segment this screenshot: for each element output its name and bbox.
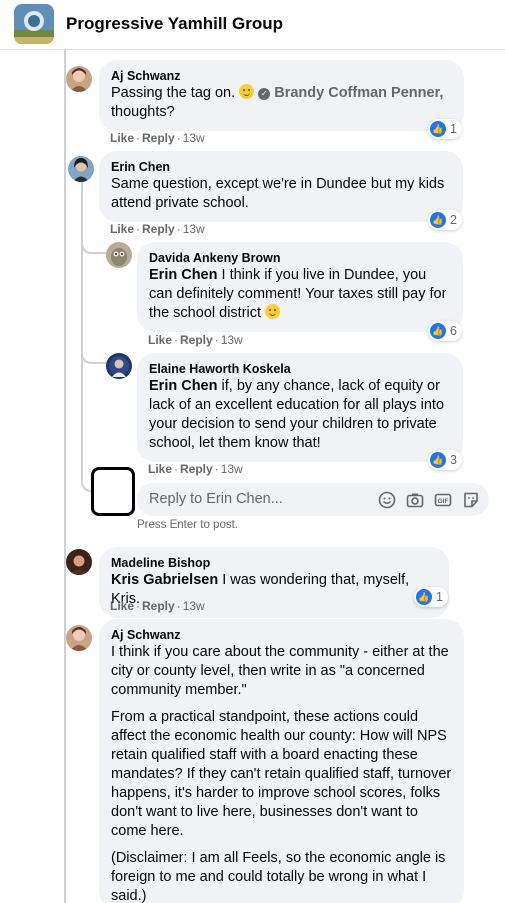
- comment-text-part: thoughts?: [111, 104, 175, 120]
- reaction-badge[interactable]: 👍 6: [428, 321, 462, 341]
- comment-bubble: Aj Schwanz I think if you care about the…: [99, 619, 464, 903]
- like-icon: 👍: [430, 212, 446, 228]
- avatar[interactable]: [66, 66, 92, 92]
- avatar[interactable]: [66, 549, 92, 575]
- comment-text: Passing the tag on. ✓ Brandy Coffman Pen…: [111, 84, 452, 122]
- comment-text-part: Passing the tag on.: [111, 85, 240, 101]
- comment-bubble: Davida Ankeny Brown Erin Chen I think if…: [137, 242, 463, 332]
- comment-bubble: Erin Chen Same question, except we're in…: [99, 151, 463, 222]
- comment-actions: Like · Reply · 13w: [148, 462, 243, 476]
- group-title[interactable]: Progressive Yamhill Group: [66, 14, 283, 34]
- thread-line-erin: [81, 182, 83, 482]
- reply-button[interactable]: Reply: [180, 462, 213, 476]
- timestamp[interactable]: 13w: [183, 222, 205, 236]
- avatar[interactable]: [106, 353, 132, 379]
- comment-bubble: Aj Schwanz Passing the tag on. ✓ Brandy …: [99, 60, 464, 131]
- like-button[interactable]: Like: [148, 333, 172, 347]
- svg-text:GIF: GIF: [438, 498, 449, 505]
- thread-line-main: [64, 50, 66, 903]
- like-button[interactable]: Like: [110, 599, 134, 613]
- thread-connector: [81, 350, 106, 364]
- wink-emoji-icon: [239, 84, 255, 99]
- comment-bubble: Elaine Haworth Koskela Erin Chen if, by …: [137, 353, 463, 462]
- reaction-badge[interactable]: 👍 2: [428, 210, 462, 230]
- thread-connector: [81, 240, 106, 254]
- camera-icon[interactable]: [405, 490, 425, 510]
- comment-text: Erin Chen I think if you live in Dundee,…: [149, 266, 451, 323]
- comment-paragraph: I think if you care about the community …: [111, 644, 449, 698]
- avatar[interactable]: [68, 156, 94, 182]
- reaction-count: 2: [450, 213, 457, 227]
- comment-actions: Like · Reply · 13w: [110, 222, 205, 236]
- reaction-badge[interactable]: 👍 1: [414, 587, 448, 607]
- reaction-badge[interactable]: 👍 3: [428, 450, 462, 470]
- thread-connector: [81, 478, 91, 492]
- current-user-avatar-placeholder: [91, 467, 135, 516]
- timestamp[interactable]: 13w: [221, 462, 243, 476]
- like-button[interactable]: Like: [148, 462, 172, 476]
- reaction-count: 6: [450, 324, 457, 338]
- timestamp[interactable]: 13w: [183, 131, 205, 145]
- like-button[interactable]: Like: [110, 222, 134, 236]
- reply-button[interactable]: Reply: [142, 599, 175, 613]
- comment-author[interactable]: Elaine Haworth Koskela: [149, 361, 451, 377]
- reaction-count: 3: [450, 453, 457, 467]
- like-icon: 👍: [430, 323, 446, 339]
- timestamp[interactable]: 13w: [221, 333, 243, 347]
- comment-paragraph: From a practical standpoint, these actio…: [111, 709, 452, 839]
- comment-text: Erin Chen if, by any chance, lack of equ…: [149, 377, 451, 453]
- reply-button[interactable]: Reply: [180, 333, 213, 347]
- reply-placeholder: Reply to Erin Chen...: [149, 491, 283, 507]
- reply-button[interactable]: Reply: [142, 222, 175, 236]
- smile-emoji-icon: [265, 304, 281, 319]
- reaction-count: 1: [436, 590, 443, 604]
- comment-author[interactable]: Davida Ankeny Brown: [149, 250, 451, 266]
- group-avatar[interactable]: [14, 4, 54, 44]
- sticker-icon[interactable]: [461, 490, 481, 510]
- reply-button[interactable]: Reply: [142, 131, 175, 145]
- comment-author[interactable]: Erin Chen: [111, 159, 451, 175]
- avatar[interactable]: [106, 242, 132, 268]
- comment-paragraph: (Disclaimer: I am all Feels, so the econ…: [111, 850, 446, 903]
- reaction-badge[interactable]: 👍 1: [428, 119, 462, 139]
- comment-actions: Like · Reply · 13w: [148, 333, 243, 347]
- gif-icon[interactable]: GIF: [433, 490, 453, 510]
- comment-author[interactable]: Aj Schwanz: [111, 68, 452, 84]
- reaction-count: 1: [450, 122, 457, 136]
- like-icon: 👍: [416, 589, 432, 605]
- comment-text: Same question, except we're in Dundee bu…: [111, 176, 445, 211]
- comment-author[interactable]: Madeline Bishop: [111, 555, 437, 571]
- like-icon: 👍: [430, 121, 446, 137]
- reply-input[interactable]: Reply to Erin Chen... GIF: [137, 483, 489, 516]
- like-icon: 👍: [430, 452, 446, 468]
- group-header: Progressive Yamhill Group: [0, 0, 505, 50]
- emoji-icon[interactable]: [377, 490, 397, 510]
- mentioned-user[interactable]: Erin Chen: [149, 267, 217, 283]
- timestamp[interactable]: 13w: [183, 599, 205, 613]
- mentioned-user[interactable]: Kris Gabrielsen: [111, 572, 218, 588]
- comment-author[interactable]: Aj Schwanz: [111, 627, 452, 643]
- tagged-user[interactable]: Brandy Coffman Penner,: [274, 85, 443, 101]
- post-hint: Press Enter to post.: [137, 519, 238, 531]
- mentioned-user[interactable]: Erin Chen: [149, 378, 217, 394]
- tag-icon: ✓: [258, 88, 271, 100]
- reply-tools: GIF: [377, 490, 481, 510]
- like-button[interactable]: Like: [110, 131, 134, 145]
- comment-actions: Like · Reply · 13w: [110, 131, 205, 145]
- comment-actions: Like · Reply · 13w: [110, 599, 205, 613]
- avatar[interactable]: [66, 625, 92, 651]
